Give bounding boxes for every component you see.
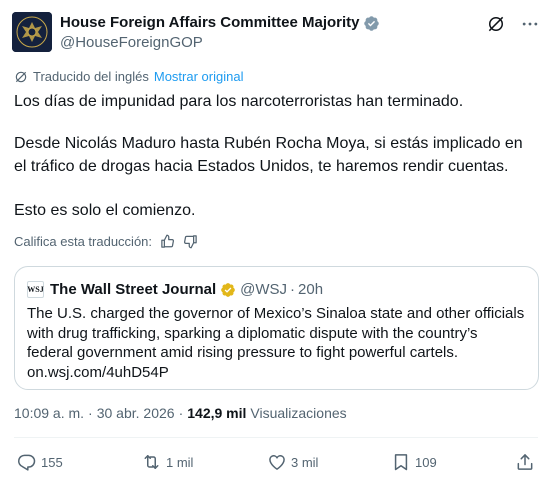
more-icon[interactable] [520, 14, 540, 39]
separator-dot: · [88, 405, 93, 421]
reply-icon [17, 454, 36, 471]
divider [14, 437, 538, 438]
thumbs-up-icon[interactable] [160, 234, 175, 249]
author-name-row: House Foreign Affairs Committee Majority [60, 13, 380, 33]
separator-dot: · [178, 405, 184, 421]
separator-dot: · [290, 281, 296, 298]
views-label: Visualizaciones [250, 405, 347, 421]
quoted-tweet-text: The U.S. charged the governor of Mexico’… [27, 304, 527, 382]
like-count: 3 mil [291, 454, 319, 470]
translation-notice: Traducido del inglés Mostrar original [14, 69, 243, 84]
tweet-date[interactable]: 30 abr. 2026 [97, 405, 175, 421]
rate-translation-label: Califica esta traducción: [14, 234, 153, 249]
quoted-author-name[interactable]: The Wall Street Journal [50, 281, 216, 298]
top-actions [486, 14, 540, 39]
views-count: 142,9 mil [187, 405, 247, 421]
author-handle[interactable]: @HouseForeignGOP [60, 33, 380, 53]
tweet-paragraph: Los días de impunidad para los narcoterr… [14, 93, 464, 110]
repost-count: 1 mil [166, 454, 194, 470]
bookmark-icon [394, 454, 408, 471]
heart-icon [269, 455, 285, 470]
like-button[interactable]: 3 mil [267, 452, 318, 472]
verified-badge-icon[interactable] [363, 15, 380, 32]
reply-button[interactable]: 155 [17, 452, 63, 472]
tweet-paragraph: Desde Nicolás Maduro hasta Rubén Rocha M… [14, 135, 523, 175]
quoted-tweet-link[interactable]: on.wsj.com/4uhD54P [27, 364, 169, 381]
repost-icon [144, 455, 159, 469]
quoted-author-handle[interactable]: @WSJ [240, 281, 287, 298]
reply-count: 155 [41, 454, 63, 470]
bookmark-button[interactable]: 109 [391, 452, 437, 472]
avatar[interactable] [12, 12, 52, 52]
rate-translation: Califica esta traducción: [14, 234, 198, 249]
action-bar: 155 1 mil 3 mil 109 [0, 452, 552, 474]
translation-label: Traducido del inglés [33, 69, 149, 84]
repost-button[interactable]: 1 mil [141, 452, 193, 472]
quoted-tweet-body: The U.S. charged the governor of Mexico’… [27, 305, 525, 361]
quoted-tweet-header: WSJ The Wall Street Journal @WSJ · 20h [27, 281, 323, 298]
house-seal-icon [12, 12, 52, 52]
tweet-time[interactable]: 10:09 a. m. [14, 405, 84, 421]
grok-icon[interactable] [486, 14, 506, 39]
share-button[interactable] [515, 452, 539, 472]
quoted-tweet-time[interactable]: 20h [298, 281, 323, 298]
author-block: House Foreign Affairs Committee Majority… [60, 13, 380, 53]
verified-gold-badge-icon [220, 282, 236, 298]
quoted-tweet[interactable]: WSJ The Wall Street Journal @WSJ · 20h T… [14, 266, 539, 390]
tweet-meta: 10:09 a. m. · 30 abr. 2026 · 142,9 mil V… [14, 405, 347, 421]
share-icon [517, 454, 533, 470]
show-original-link[interactable]: Mostrar original [154, 69, 244, 84]
bookmark-count: 109 [415, 454, 437, 470]
translate-icon [14, 70, 28, 84]
wsj-logo[interactable]: WSJ [27, 281, 44, 298]
author-name[interactable]: House Foreign Affairs Committee Majority [60, 13, 360, 33]
tweet-paragraph: Esto es solo el comienzo. [14, 202, 196, 219]
thumbs-down-icon[interactable] [183, 234, 198, 249]
